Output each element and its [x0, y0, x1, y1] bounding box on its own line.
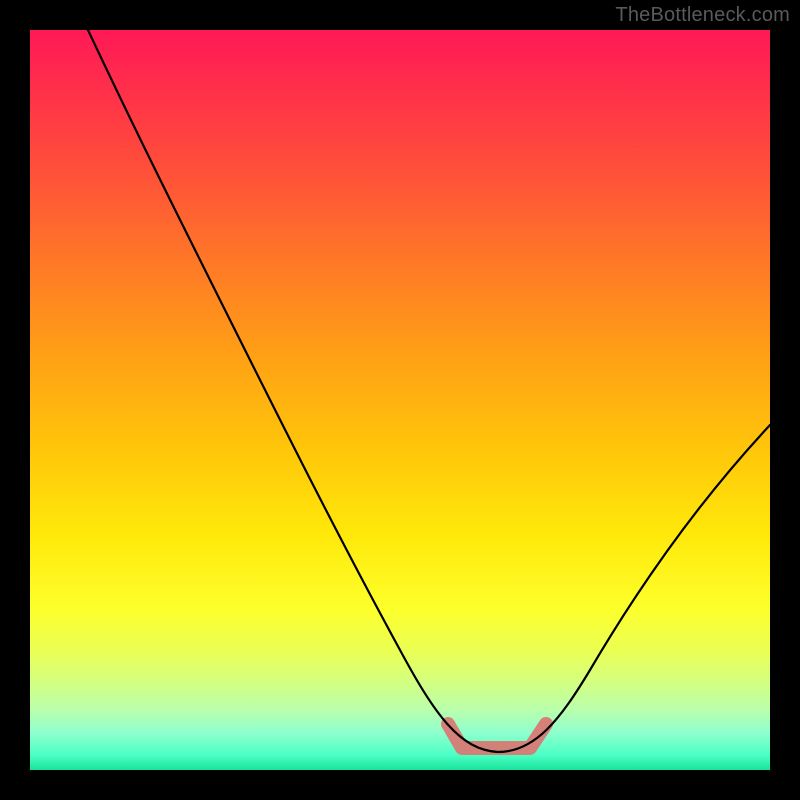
chart-frame: TheBottleneck.com	[0, 0, 800, 800]
plot-area	[30, 30, 770, 770]
bottleneck-curve	[88, 30, 770, 752]
watermark-text: TheBottleneck.com	[615, 4, 790, 27]
curve-overlay	[30, 30, 770, 770]
optimal-range-highlight	[448, 724, 546, 748]
